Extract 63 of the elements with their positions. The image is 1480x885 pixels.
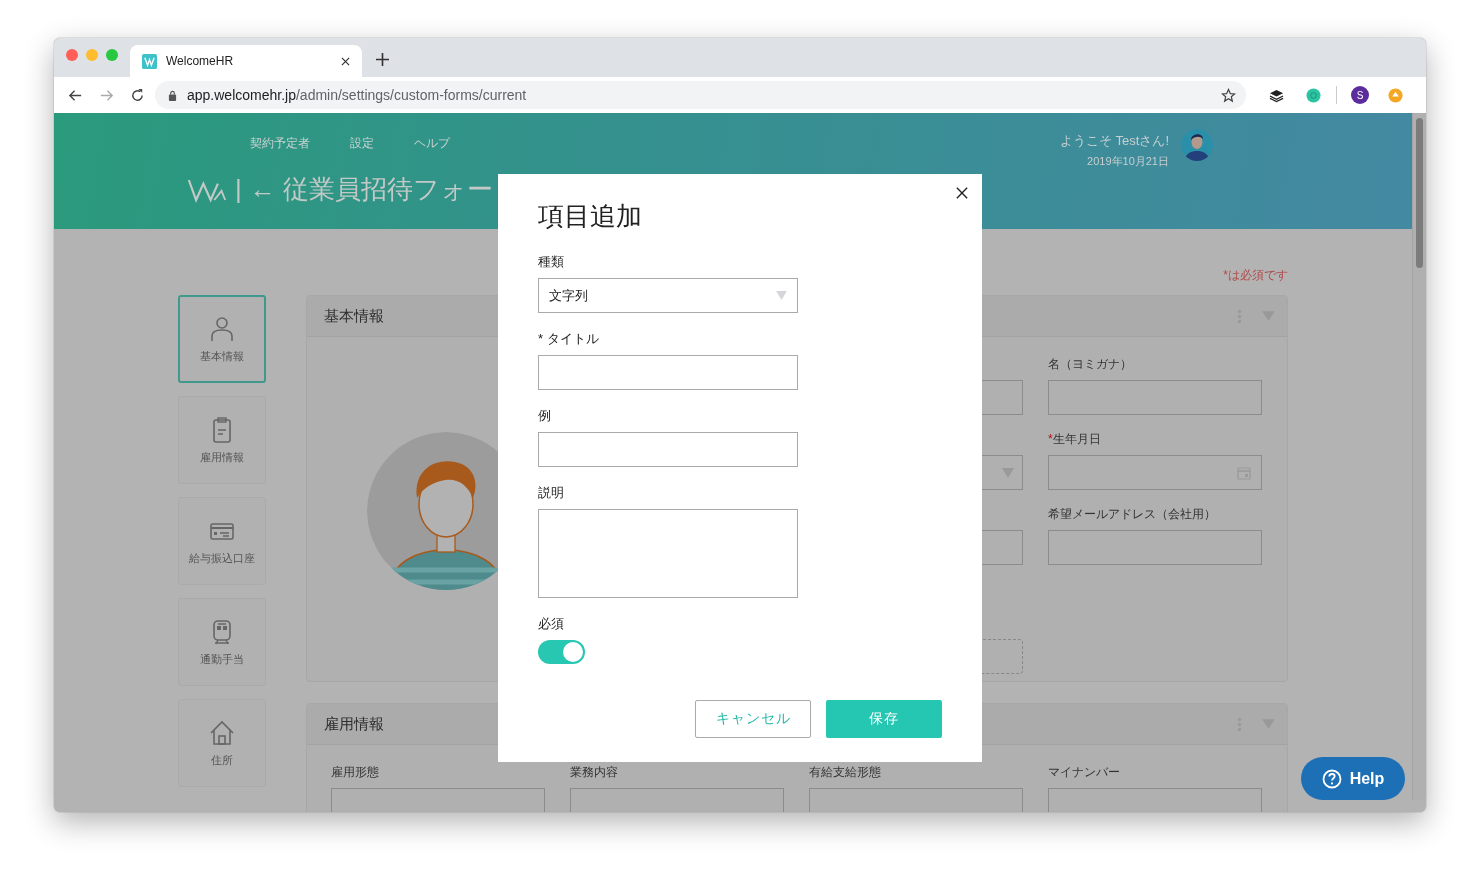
zoom-window-button[interactable] — [106, 49, 118, 61]
address-bar[interactable]: app.welcomehr.jp/admin/settings/custom-forms/current — [155, 81, 1246, 109]
input-field[interactable] — [1048, 530, 1262, 565]
minimize-window-button[interactable] — [86, 49, 98, 61]
sidebar-item[interactable]: 通勤手当 — [178, 598, 266, 686]
select-field[interactable]: 文字列 — [538, 278, 798, 313]
field-label: 必須 — [538, 615, 564, 633]
help-button[interactable]: Help — [1301, 757, 1405, 800]
input-field[interactable] — [1048, 380, 1262, 415]
url-text: app.welcomehr.jp/admin/settings/custom-forms/current — [187, 87, 528, 103]
field-label: * タイトル — [538, 330, 599, 348]
close-icon[interactable] — [956, 187, 968, 199]
field-label: 名（ヨミガナ） — [1048, 356, 1133, 373]
input-field[interactable] — [538, 355, 798, 390]
field-label: 説明 — [538, 484, 564, 502]
field-label: 雇用形態 — [331, 764, 380, 781]
nav-link[interactable]: 契約予定者 — [250, 135, 310, 152]
close-window-button[interactable] — [66, 49, 78, 61]
dropdown-icon — [776, 291, 787, 300]
reload-icon[interactable] — [130, 87, 145, 103]
nav-link[interactable]: 設定 — [350, 135, 374, 152]
field-label: *生年月日 — [1048, 431, 1102, 448]
nav-link[interactable]: ヘルプ — [414, 135, 450, 152]
favicon-icon — [142, 53, 157, 69]
required-note: *は必須です — [1222, 267, 1288, 283]
sidebar-item[interactable]: 基本情報 — [178, 295, 266, 383]
field-label: マイナンバー — [1048, 764, 1121, 781]
browser-tab[interactable]: WelcomeHR — [130, 45, 362, 77]
field-label: 業務内容 — [570, 764, 619, 781]
lock-icon — [168, 89, 177, 101]
field-label: 例 — [538, 407, 551, 425]
star-icon[interactable] — [1221, 87, 1236, 103]
sidebar-item[interactable]: 給与振込口座 — [178, 497, 266, 585]
dialog-title: 項目追加 — [538, 200, 642, 233]
scrollbar-thumb[interactable] — [1416, 118, 1423, 268]
sidebar-item[interactable]: 雇用情報 — [178, 396, 266, 484]
new-tab-icon[interactable] — [376, 53, 389, 66]
user-avatar[interactable] — [1181, 129, 1213, 161]
field-label: 希望メールアドレス（会社用） — [1048, 506, 1217, 523]
cancel-button[interactable]: キャンセル — [695, 700, 811, 738]
extension-icon[interactable] — [1306, 87, 1321, 103]
sidebar-item[interactable]: 住所 — [178, 699, 266, 787]
page-title: ← 従業員招待フォー — [249, 173, 493, 206]
house-icon — [208, 718, 236, 747]
date-field[interactable] — [1048, 455, 1262, 490]
input-field[interactable] — [538, 432, 798, 467]
date-text: 2019年10月21日 — [1087, 154, 1169, 169]
extension-icon[interactable] — [1388, 87, 1403, 103]
greeting-text: ようこそ Testさん! — [1059, 132, 1169, 150]
person-icon — [208, 314, 236, 343]
title-separator: | — [235, 174, 242, 205]
close-tab-icon[interactable] — [341, 56, 350, 66]
field-label: 有給支給形態 — [809, 764, 882, 781]
text-area[interactable] — [538, 509, 798, 598]
layers-icon[interactable] — [1269, 87, 1284, 103]
profile-avatar[interactable]: S — [1351, 86, 1369, 104]
toggle-switch[interactable] — [538, 640, 585, 664]
section-title: 基本情報 — [324, 306, 384, 326]
save-button[interactable]: 保存 — [826, 700, 942, 738]
help-icon — [1321, 768, 1342, 789]
tab-title: WelcomeHR — [166, 54, 235, 68]
section-title: 雇用情報 — [324, 714, 384, 734]
field-label: 種類 — [538, 253, 564, 271]
